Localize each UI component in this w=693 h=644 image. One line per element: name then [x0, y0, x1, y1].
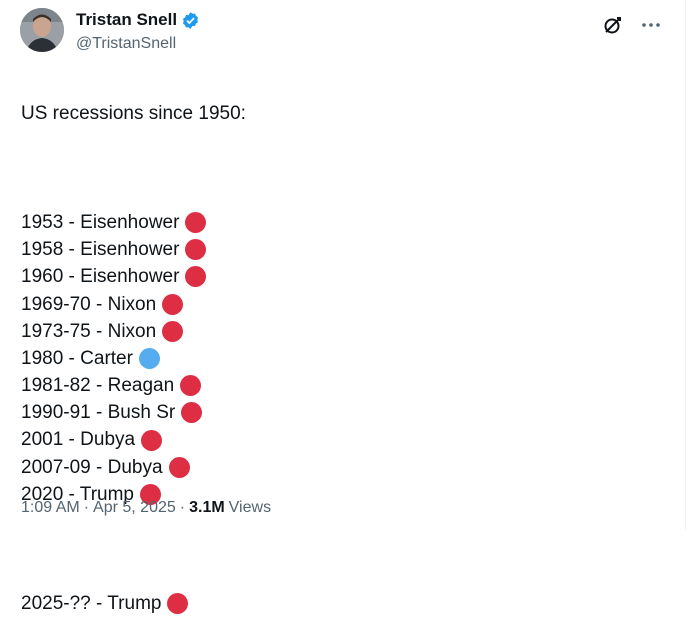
recession-line: 1960 - Eisenhower: [21, 263, 661, 290]
red-circle-emoji-icon: [162, 320, 184, 342]
recession-line: 1990-91 - Bush Sr: [21, 399, 661, 426]
tweet-text: US recessions since 1950: 1953 - Eisenho…: [21, 73, 661, 644]
red-circle-emoji-icon: [185, 239, 207, 261]
recession-line-text: 1960 - Eisenhower: [21, 266, 180, 288]
recession-line: 1953 - Eisenhower: [21, 209, 661, 236]
red-circle-emoji-icon: [167, 592, 189, 614]
avatar[interactable]: [20, 8, 64, 52]
final-line: 2025-?? - Trump: [21, 590, 661, 617]
recession-line-text: 1958 - Eisenhower: [21, 239, 180, 261]
red-circle-emoji-icon: [162, 293, 184, 315]
recession-line-text: 2007-09 - Dubya: [21, 456, 163, 478]
recession-line-text: 1973-75 - Nixon: [21, 320, 157, 342]
recession-line: 1973-75 - Nixon: [21, 318, 661, 345]
meta-separator: ·: [83, 499, 90, 516]
recession-line: 2007-09 - Dubya: [21, 454, 661, 481]
views-count: 3.1M: [189, 499, 225, 516]
red-circle-emoji-icon: [141, 429, 163, 451]
author-handle[interactable]: @TristanSnell: [76, 34, 176, 54]
recession-line-text: 1990-91 - Bush Sr: [21, 402, 176, 424]
red-circle-emoji-icon: [185, 212, 207, 234]
recession-line-text: 1981-82 - Reagan: [21, 375, 175, 397]
recession-line-text: 1953 - Eisenhower: [21, 211, 180, 233]
tweet-meta: 1:09 AM · Apr 5, 2025 · 3.1M Views: [21, 498, 271, 518]
recession-line-text: 2001 - Dubya: [21, 429, 136, 451]
recession-line: 1980 - Carter: [21, 345, 661, 372]
recession-line: 1958 - Eisenhower: [21, 236, 661, 263]
blue-circle-emoji-icon: [138, 348, 160, 370]
recession-line: 2001 - Dubya: [21, 426, 661, 453]
tweet-time[interactable]: 1:09 AM: [21, 498, 80, 518]
display-name[interactable]: Tristan Snell: [76, 10, 177, 30]
red-circle-emoji-icon: [185, 266, 207, 288]
recession-line-text: 1969-70 - Nixon: [21, 293, 157, 315]
tweet-card: Tristan Snell @TristanSnell US recession…: [0, 0, 686, 614]
red-circle-emoji-icon: [168, 456, 190, 478]
tweet-date[interactable]: Apr 5, 2025: [93, 498, 176, 518]
tweet-intro: US recessions since 1950:: [21, 103, 246, 125]
recession-line-text: 1980 - Carter: [21, 347, 133, 369]
red-circle-emoji-icon: [180, 375, 202, 397]
meta-separator: ·: [179, 499, 186, 516]
views-label: Views: [228, 499, 272, 516]
red-circle-emoji-icon: [181, 402, 203, 424]
recession-line: 1969-70 - Nixon: [21, 291, 661, 318]
more-icon[interactable]: [639, 14, 663, 36]
grok-icon[interactable]: [601, 14, 625, 36]
recession-list: 1953 - Eisenhower 1958 - Eisenhower 1960 -…: [21, 209, 661, 508]
verified-badge-icon: [181, 11, 200, 30]
recession-line: 1981-82 - Reagan: [21, 372, 661, 399]
final-line-text: 2025-?? - Trump: [21, 592, 162, 614]
